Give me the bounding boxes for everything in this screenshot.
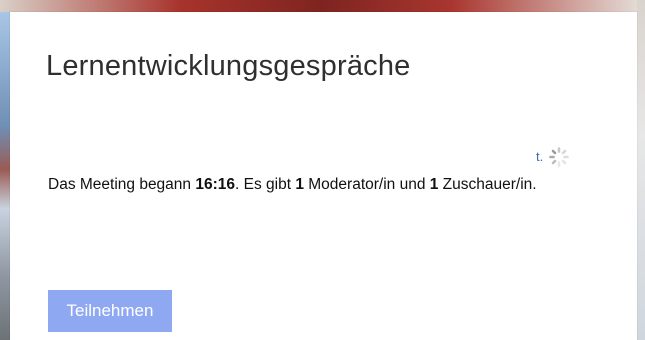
status-suffix: Zuschauer/in. [438,176,537,193]
background-roof [0,0,645,12]
background-left-edge [0,12,10,340]
meeting-status-text: Das Meeting begann 16:16. Es gibt 1 Mode… [48,176,537,194]
loading-text-fragment: t. [536,149,544,164]
loading-spinner-icon [548,146,570,168]
join-button[interactable]: Teilnehmen [48,290,172,332]
status-mid-1: . Es gibt [235,176,296,193]
meeting-card: Lernentwicklungsgespräche t. Das Meeting… [10,12,637,340]
background-right-edge [637,0,645,340]
meeting-title: Lernentwicklungsgespräche [46,50,411,82]
moderator-count: 1 [295,176,304,193]
status-mid-2: Moderator/in und [303,176,430,193]
status-prefix: Das Meeting begann [48,176,196,193]
meeting-start-time: 16:16 [195,176,236,193]
